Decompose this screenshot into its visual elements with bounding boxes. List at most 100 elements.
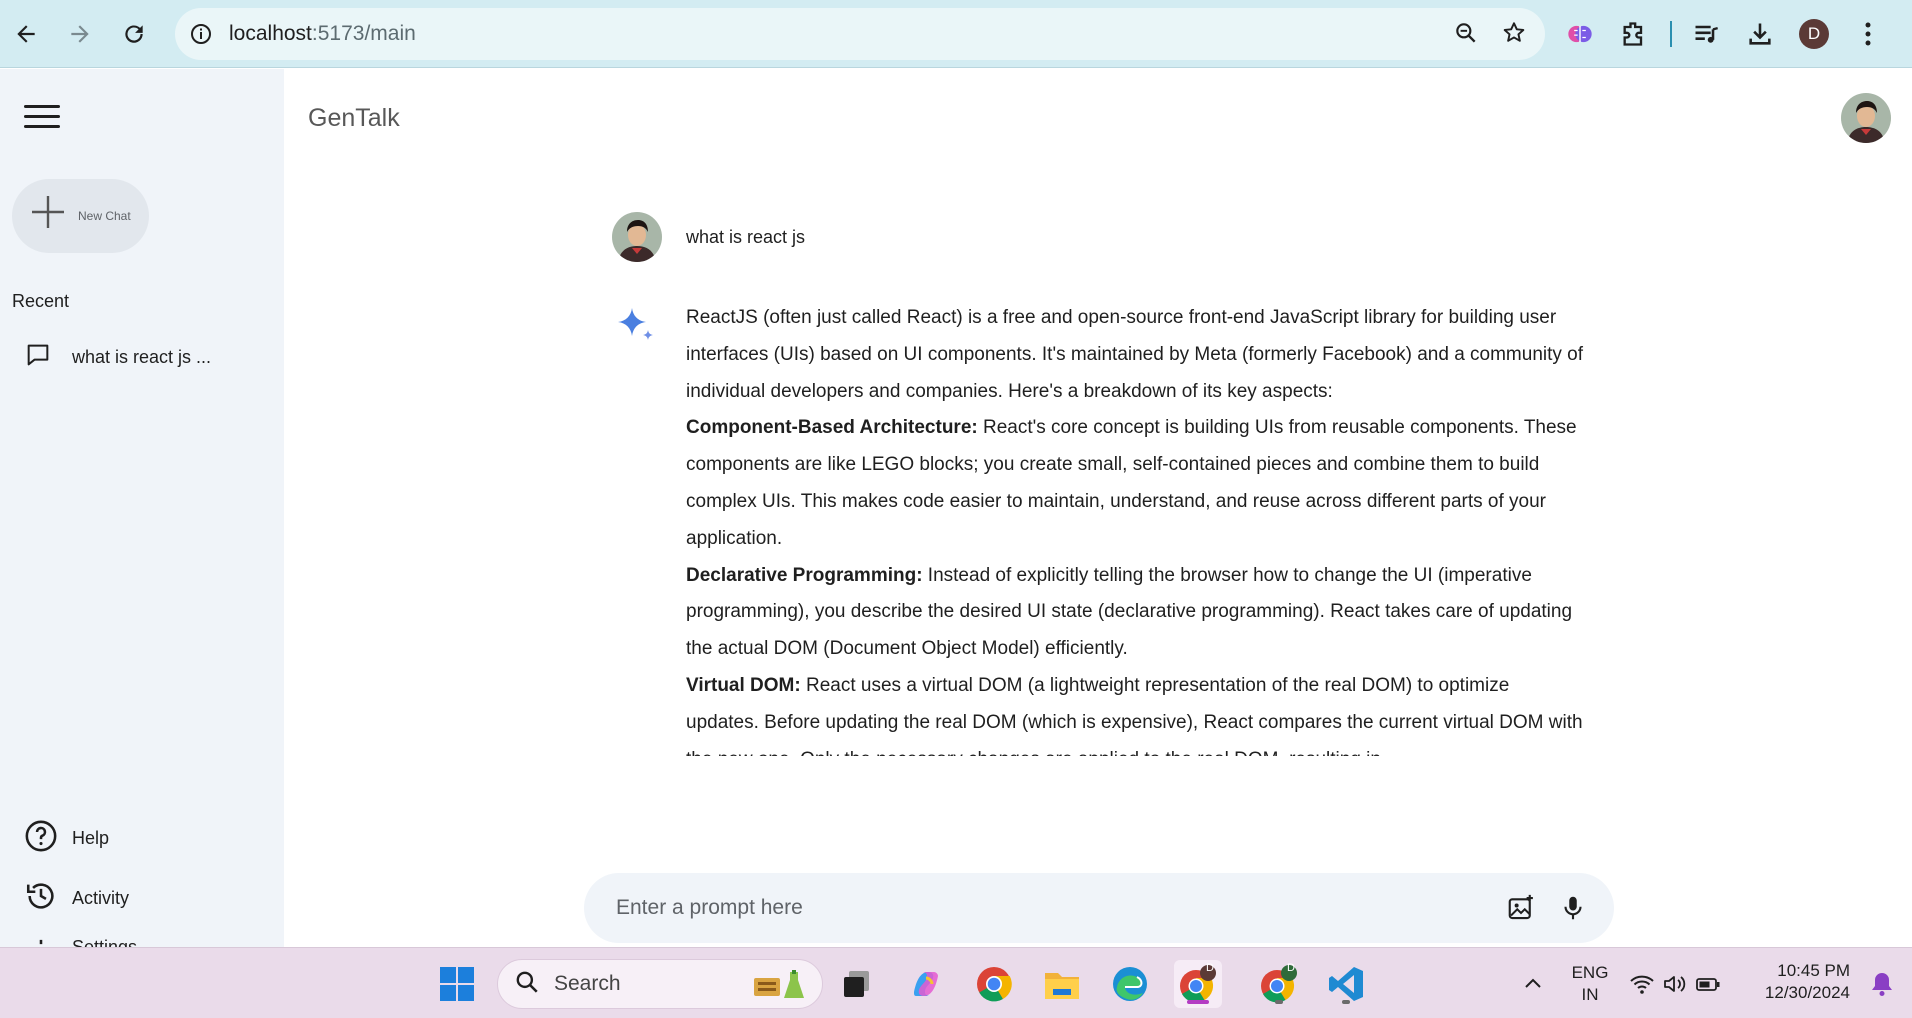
brain-extension-icon[interactable]: [1560, 14, 1600, 54]
app-title: GenTalk: [308, 104, 400, 132]
prompt-bar: [584, 873, 1614, 943]
help-label: Help: [72, 828, 110, 848]
help-icon: [24, 819, 58, 858]
profile-avatar: D: [1799, 19, 1829, 49]
task-view-icon: [844, 971, 869, 997]
new-chat-label: New Chat: [78, 209, 131, 223]
show-hidden-icons-button[interactable]: [1510, 960, 1556, 1008]
file-explorer-button[interactable]: [1038, 960, 1086, 1008]
recent-title: Recent: [12, 291, 70, 311]
user-message: what is react js: [612, 212, 1592, 262]
more-menu-icon[interactable]: [1848, 14, 1888, 54]
chrome-profile-badge: D: [1206, 962, 1214, 974]
bell-icon: [1872, 973, 1892, 996]
forward-button[interactable]: [60, 14, 100, 54]
bookmark-star-icon[interactable]: [1501, 20, 1527, 46]
microphone-icon[interactable]: [1558, 893, 1588, 928]
url-host: localhost: [229, 22, 312, 45]
chrome-profile-badge: D: [1287, 962, 1295, 974]
user-message-avatar: [612, 212, 662, 262]
task-view-button[interactable]: [833, 960, 881, 1008]
toolbar-divider: [1670, 21, 1672, 47]
chrome-profile-button-active[interactable]: D: [1174, 960, 1222, 1008]
chrome-icon: [977, 967, 1012, 1002]
system-status-button[interactable]: [1625, 960, 1725, 1008]
windows-start-button[interactable]: [433, 960, 481, 1008]
answer-point: Component-Based Architecture: React's co…: [686, 410, 1586, 557]
vscode-icon: [1329, 967, 1363, 1001]
running-indicator: [1187, 1000, 1209, 1004]
answer-point-heading: Declarative Programming:: [686, 564, 923, 586]
clock[interactable]: 10:45 PM 12/30/2024: [1750, 960, 1850, 1004]
language-indicator[interactable]: ENG IN: [1570, 962, 1610, 1006]
prompt-input[interactable]: [616, 896, 1476, 920]
edge-button[interactable]: [1106, 960, 1154, 1008]
folder-icon: [1045, 973, 1079, 999]
chevron-up-icon: [1525, 978, 1541, 988]
site-info-icon[interactable]: [187, 20, 215, 48]
chrome-profile-button[interactable]: D: [1255, 960, 1303, 1008]
settings-icon: [24, 937, 58, 947]
settings-button[interactable]: Settings: [24, 937, 137, 947]
back-button[interactable]: [6, 14, 46, 54]
activity-button[interactable]: Activity: [24, 879, 129, 918]
taskbar-search[interactable]: Search: [497, 959, 823, 1009]
search-highlight-icon: [750, 968, 812, 1007]
browser-toolbar: localhost:5173/main D: [0, 0, 1912, 68]
download-icon[interactable]: [1740, 14, 1780, 54]
assistant-message-text: ReactJS (often just called React) is a f…: [686, 300, 1586, 756]
url-path: :5173/main: [311, 22, 416, 45]
sidebar: New Chat Recent what is react js ... Hel…: [0, 69, 284, 947]
vscode-button[interactable]: [1322, 960, 1370, 1008]
address-bar[interactable]: localhost:5173/main: [175, 8, 1545, 60]
volume-icon: [1664, 976, 1686, 992]
windows-logo-icon: [440, 967, 474, 1001]
answer-point: Virtual DOM: React uses a virtual DOM (a…: [686, 668, 1586, 756]
taskbar: Search D D ENG IN 10:45 PM 12/30/2024: [0, 947, 1912, 1018]
recent-chat-label: what is react js ...: [72, 346, 212, 367]
menu-hamburger-icon[interactable]: [24, 105, 60, 135]
wifi-icon: [1629, 975, 1654, 994]
settings-label: Settings: [72, 937, 138, 947]
clock-date: 12/30/2024: [1764, 983, 1850, 1002]
url-text: localhost:5173/main: [229, 22, 416, 46]
assistant-message: ReactJS (often just called React) is a f…: [612, 300, 1592, 756]
reload-button[interactable]: [114, 14, 154, 54]
answer-point-heading: Virtual DOM:: [686, 674, 801, 696]
browser-actions: D: [1560, 14, 1888, 54]
answer-intro: ReactJS (often just called React) is a f…: [686, 307, 1584, 402]
notifications-button[interactable]: [1862, 960, 1902, 1008]
language-code: ENG: [1571, 963, 1609, 982]
arrow-left-icon: [17, 25, 35, 43]
recent-chat-item[interactable]: what is react js ...: [24, 337, 264, 377]
taskbar-search-label: Search: [554, 972, 621, 995]
history-icon: [24, 879, 58, 918]
new-chat-button[interactable]: New Chat: [12, 179, 149, 253]
running-indicator: [1342, 1000, 1350, 1004]
edge-icon: [1113, 967, 1147, 1001]
answer-point: Declarative Programming: Instead of expl…: [686, 558, 1586, 668]
search-icon: [514, 969, 540, 1000]
zoom-icon[interactable]: [1453, 20, 1479, 46]
reload-icon: [125, 25, 143, 43]
copilot-button[interactable]: [902, 960, 950, 1008]
chat-thread: what is react js ReactJS (often just cal…: [612, 212, 1592, 756]
region-code: IN: [1581, 985, 1599, 1004]
copilot-icon: [914, 972, 938, 996]
extensions-puzzle-icon[interactable]: [1614, 14, 1654, 54]
help-button[interactable]: Help: [24, 819, 109, 858]
gemini-sparkle-icon: [612, 300, 662, 756]
message-icon: [24, 341, 52, 374]
profile-button[interactable]: D: [1794, 14, 1834, 54]
arrow-right-icon: [71, 25, 89, 43]
answer-point-heading: Component-Based Architecture:: [686, 417, 978, 439]
media-queue-icon[interactable]: [1686, 14, 1726, 54]
chrome-button[interactable]: [970, 960, 1018, 1008]
activity-label: Activity: [72, 888, 130, 908]
running-indicator: [1275, 1000, 1283, 1004]
user-avatar[interactable]: [1841, 93, 1891, 143]
image-upload-icon[interactable]: [1506, 893, 1536, 928]
battery-icon: [1696, 978, 1720, 991]
plus-icon: [28, 192, 68, 240]
user-message-text: what is react js: [686, 226, 806, 247]
